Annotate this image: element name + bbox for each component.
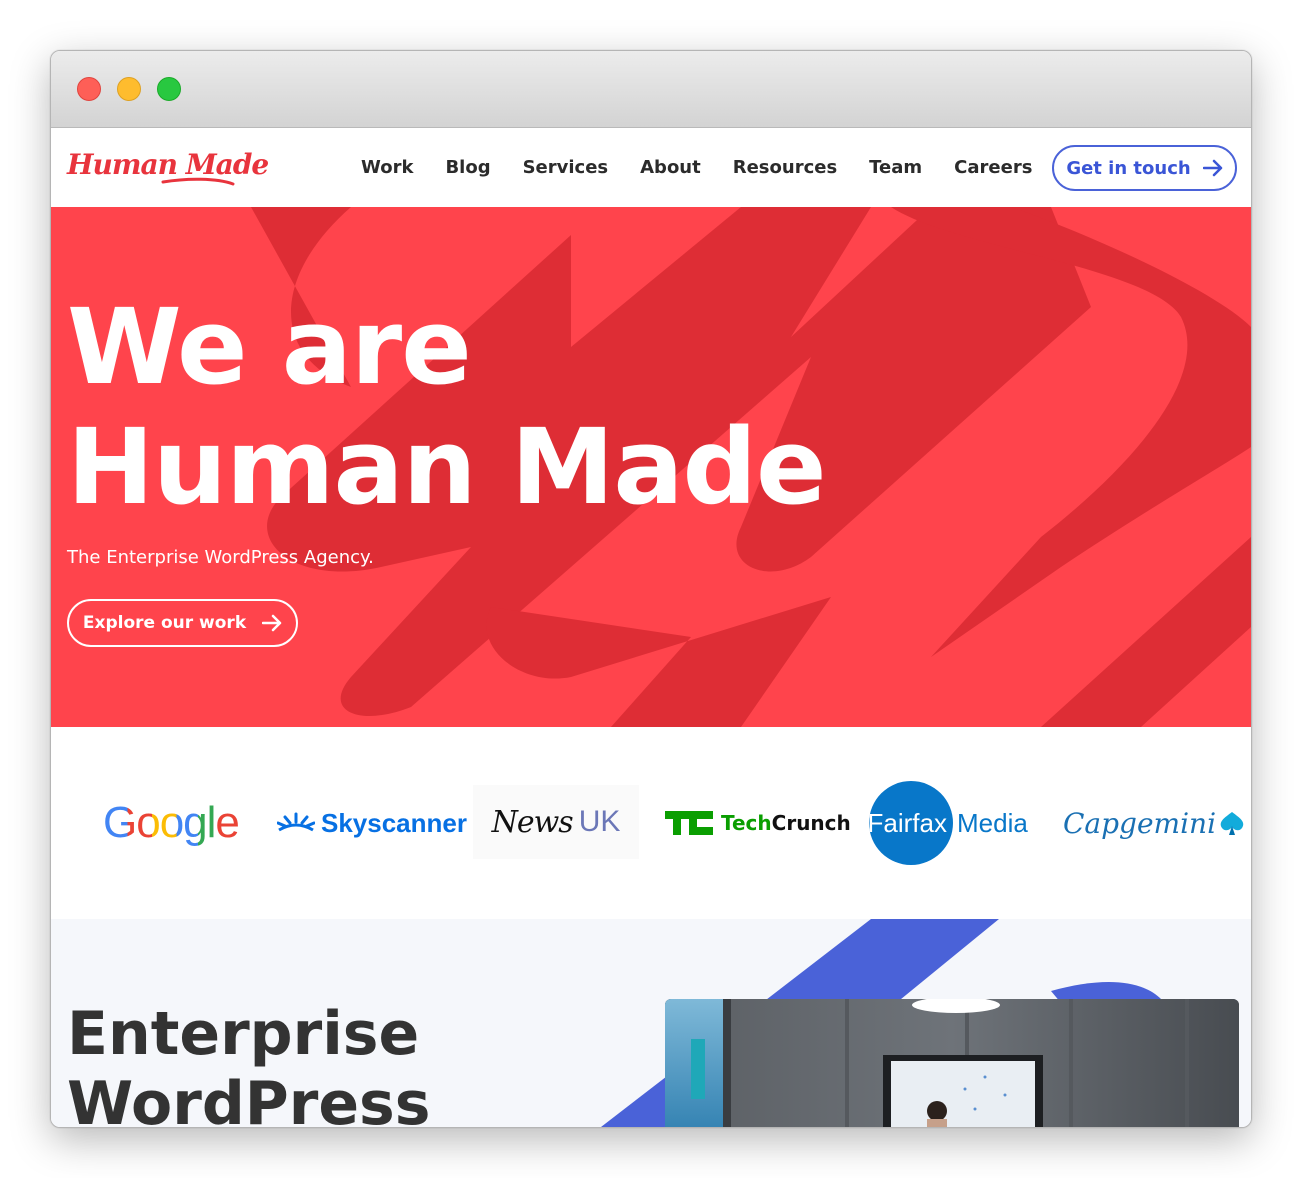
arrow-right-icon: [262, 614, 282, 632]
media-wordmark: Media: [957, 807, 1028, 838]
nav-link-services[interactable]: Services: [523, 157, 609, 178]
close-window-button[interactable]: [77, 77, 101, 101]
enterprise-heading: Enterprise WordPress: [67, 999, 431, 1127]
office-presentation-photo: [665, 999, 1239, 1127]
news-uk-wordmark-uk: UK: [578, 805, 621, 838]
google-logo: Google: [103, 727, 240, 919]
hero-heading-line-2: Human Made: [67, 406, 827, 528]
site-header: Human Made Work Blog Services About Reso…: [51, 128, 1251, 207]
nav-link-work[interactable]: Work: [361, 157, 413, 178]
news-uk-logo: News UK: [473, 785, 639, 859]
capgemini-logo: Capgemini: [1063, 727, 1246, 919]
nav-link-careers[interactable]: Careers: [954, 157, 1032, 178]
client-logos-strip: Google Skyscanner News UK TechCrunch Fai…: [51, 727, 1251, 919]
fairfax-media-logo: Fairfax Media: [867, 727, 1028, 919]
enterprise-section: Enterprise WordPress: [51, 919, 1251, 1127]
nav-link-blog[interactable]: Blog: [445, 157, 490, 178]
explore-our-work-label: Explore our work: [82, 613, 247, 633]
techcrunch-wordmark-tech: Tech: [721, 811, 772, 835]
enterprise-heading-line-2: WordPress: [67, 1069, 431, 1127]
main-navigation: Work Blog Services About Resources Team …: [361, 128, 1064, 207]
capgemini-wordmark: Capgemini: [1063, 806, 1217, 840]
google-wordmark: Google: [103, 798, 240, 847]
fairfax-wordmark: Fairfax: [867, 807, 947, 838]
hero-subtitle: The Enterprise WordPress Agency.: [67, 547, 374, 568]
window-titlebar: [51, 51, 1251, 128]
enterprise-heading-line-1: Enterprise: [67, 999, 420, 1069]
get-in-touch-button[interactable]: Get in touch: [1052, 145, 1237, 191]
maximize-window-button[interactable]: [157, 77, 181, 101]
hero-heading-line-1: We are: [67, 286, 472, 408]
skyscanner-logo: Skyscanner: [277, 727, 467, 919]
news-uk-wordmark-news: News: [491, 804, 574, 840]
spade-icon: [1220, 812, 1244, 835]
nav-link-resources[interactable]: Resources: [733, 157, 837, 178]
fairfax-circle: Fairfax: [867, 781, 953, 865]
hero-section: We are Human Made The Enterprise WordPre…: [51, 207, 1251, 727]
techcrunch-logo: TechCrunch: [665, 727, 851, 919]
browser-window: Human Made Work Blog Services About Reso…: [50, 50, 1252, 1128]
techcrunch-wordmark: TechCrunch: [721, 811, 851, 835]
logo-swoosh-icon: [161, 177, 235, 186]
explore-our-work-button[interactable]: Explore our work: [67, 599, 298, 647]
techcrunch-wordmark-crunch: Crunch: [771, 811, 851, 835]
skyscanner-wordmark: Skyscanner: [321, 807, 467, 838]
office-photo-illustration: [665, 999, 1239, 1127]
tc-mark-icon: [665, 811, 713, 835]
minimize-window-button[interactable]: [117, 77, 141, 101]
arrow-right-icon: [1202, 159, 1222, 177]
nav-link-about[interactable]: About: [640, 157, 701, 178]
get-in-touch-label: Get in touch: [1066, 157, 1191, 179]
sunrise-icon: [277, 812, 315, 832]
hero-heading: We are Human Made: [67, 286, 827, 528]
nav-link-team[interactable]: Team: [869, 157, 922, 178]
